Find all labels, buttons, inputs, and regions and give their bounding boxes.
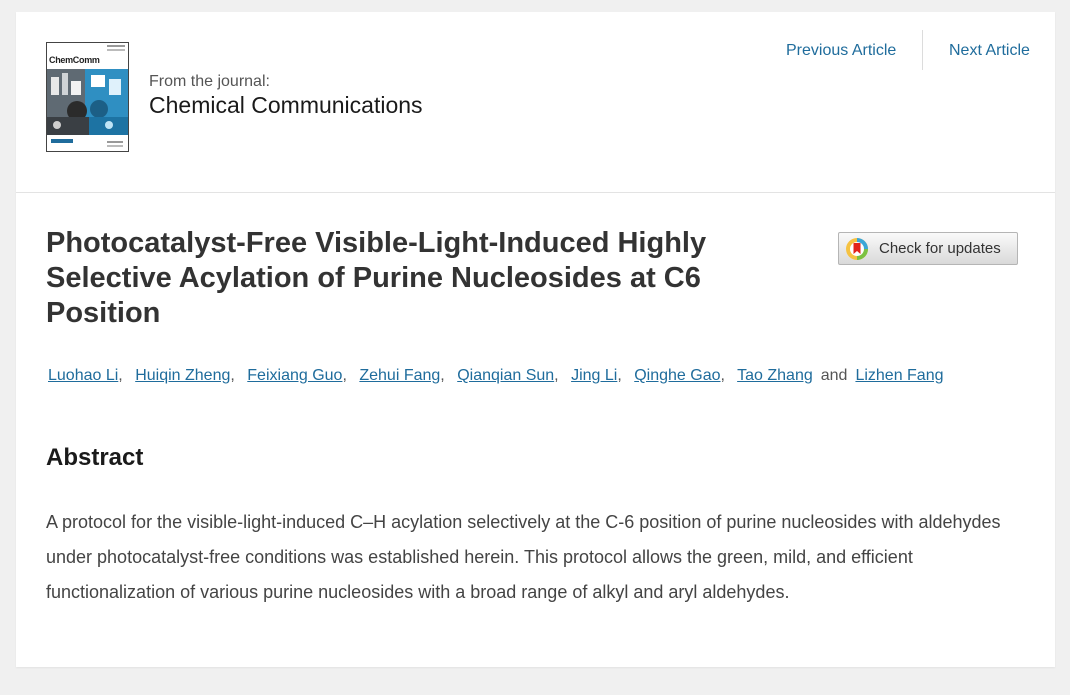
cover-title: ChemComm [49, 55, 100, 65]
previous-article-link[interactable]: Previous Article [786, 42, 896, 60]
check-for-updates-label: Check for updates [879, 240, 1001, 257]
author-and: and [820, 367, 848, 384]
journal-cover-image[interactable]: ChemComm [46, 42, 129, 152]
author-separator: , [230, 367, 235, 384]
crossmark-icon [846, 237, 868, 260]
author-separator: , [440, 367, 445, 384]
author-separator: , [342, 367, 347, 384]
author-link[interactable]: Tao Zhang [737, 367, 813, 384]
journal-from-label: From the journal: [149, 73, 270, 90]
author-separator: , [617, 367, 622, 384]
author-link[interactable]: Huiqin Zheng [135, 367, 230, 384]
article-card: ChemComm From the journal: Chemical Comm… [16, 12, 1055, 667]
author-link[interactable]: Lizhen Fang [855, 367, 943, 384]
author-link[interactable]: Qinghe Gao [634, 367, 720, 384]
nav-divider [922, 30, 923, 70]
author-link[interactable]: Luohao Li [48, 367, 118, 384]
author-link[interactable]: Qianqian Sun [457, 367, 554, 384]
author-link[interactable]: Jing Li [571, 367, 617, 384]
check-for-updates-button[interactable]: Check for updates [838, 232, 1018, 265]
author-separator: , [118, 367, 123, 384]
next-article-link[interactable]: Next Article [949, 42, 1030, 60]
author-separator: , [554, 367, 559, 384]
author-list: Luohao Li, Huiqin Zheng, Feixiang Guo, Z… [48, 367, 944, 385]
article-title: Photocatalyst-Free Visible-Light-Induced… [46, 227, 707, 329]
author-link[interactable]: Feixiang Guo [247, 367, 342, 384]
abstract-text: A protocol for the visible-light-induced… [46, 512, 1001, 602]
author-separator: , [720, 367, 725, 384]
journal-name[interactable]: Chemical Communications [149, 92, 423, 119]
journal-header: ChemComm From the journal: Chemical Comm… [16, 12, 1055, 193]
abstract-heading: Abstract [46, 444, 144, 471]
author-link[interactable]: Zehui Fang [359, 367, 440, 384]
